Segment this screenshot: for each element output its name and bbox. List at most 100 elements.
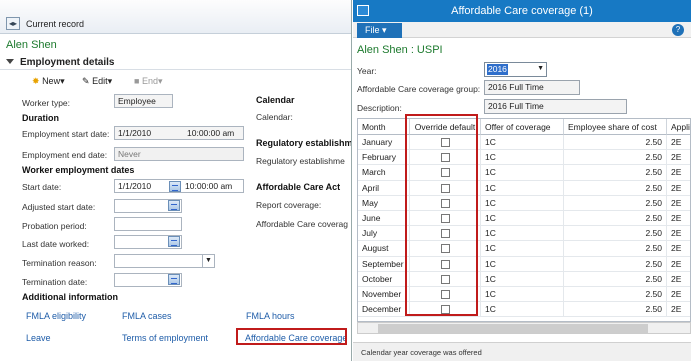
help-icon[interactable]: ? [672,24,684,36]
new-button[interactable]: ✸ New▾ [32,76,65,87]
offer-cell[interactable]: 1C [481,287,564,303]
calendar-icon[interactable] [169,181,181,192]
offer-cell[interactable]: 1C [481,256,564,272]
applic-cell[interactable]: 2E [667,135,690,151]
employment-pane: ◂▸ Current record Alen Shen Employment d… [0,0,352,361]
column-header-share[interactable]: Employee share of cost [564,119,667,135]
description-field[interactable]: 2016 Full Time [484,99,627,114]
offer-cell[interactable]: 1C [481,271,564,287]
applic-cell[interactable]: 2E [667,211,690,227]
month-cell[interactable]: October [358,271,410,287]
group-field[interactable]: 2016 Full Time [484,80,580,95]
file-menu-button[interactable]: File ▾ [357,23,402,38]
applic-cell[interactable]: 2E [667,302,690,318]
record-toolbar: ◂▸ Current record [0,0,351,34]
fmla-hours-link[interactable]: FMLA hours [246,311,295,321]
window-title: Affordable Care coverage (1) [451,5,593,17]
share-cell[interactable]: 2.50 [564,271,667,287]
employment-start-field[interactable]: 1/1/2010 10:00:00 am [114,126,244,140]
collapse-triangle-icon[interactable] [6,59,14,64]
share-cell[interactable]: 2.50 [564,180,667,196]
start-time-value: 10:00:00 am [185,181,233,191]
termination-reason-select[interactable]: ▼ [114,254,215,268]
column-header-applic[interactable]: Applic [667,119,690,135]
start-date-label: Start date: [22,182,62,192]
terms-of-employment-link[interactable]: Terms of employment [122,333,208,343]
applic-cell[interactable]: 2E [667,257,690,272]
employment-end-field[interactable]: Never [114,147,244,161]
termination-reason-label: Termination reason: [22,258,97,268]
stop-icon: ■ [134,76,140,86]
applic-cell[interactable]: 2E [667,196,690,211]
employment-start-time: 10:00:00 am [187,128,235,138]
scrollbar-thumb[interactable] [378,324,648,333]
month-cell[interactable]: March [358,165,410,181]
applic-cell[interactable]: 2E [667,150,690,166]
offer-cell[interactable]: 1C [481,165,564,181]
applic-cell[interactable]: 2E [667,165,690,181]
share-cell[interactable]: 2.50 [564,226,667,242]
offer-cell[interactable]: 1C [481,241,564,257]
share-cell[interactable]: 2.50 [564,165,667,181]
month-cell[interactable]: January [358,135,410,151]
month-cell[interactable]: May [358,195,410,211]
calendar-icon[interactable] [168,274,180,285]
month-cell[interactable]: August [358,241,410,257]
year-select[interactable]: 2016 ▼ [484,62,547,77]
share-cell[interactable]: 2.50 [564,256,667,272]
applic-cell[interactable]: 2E [667,181,690,196]
employment-start-label: Employment start date: [22,129,110,139]
edit-label: Edit [92,76,108,86]
column-header-month[interactable]: Month [358,119,410,135]
month-cell[interactable]: September [358,256,410,272]
calendar-icon[interactable] [168,236,180,247]
new-label: New [42,76,61,86]
probation-field[interactable] [114,217,182,231]
regulatory-heading: Regulatory establishme [256,138,352,148]
share-cell[interactable]: 2.50 [564,195,667,211]
chevron-down-icon[interactable]: ▼ [202,255,214,267]
aca-coverage-label: Affordable Care coverag [256,219,348,229]
employment-details-header[interactable]: Employment details [0,56,351,70]
edit-button[interactable]: ✎ Edit▾ [82,76,112,87]
share-cell[interactable]: 2.50 [564,287,667,303]
month-cell[interactable]: July [358,226,410,242]
applic-cell[interactable]: 2E [667,287,690,303]
applic-cell[interactable]: 2E [667,226,690,242]
worker-type-field[interactable]: Employee [114,94,173,108]
fmla-cases-link[interactable]: FMLA cases [122,311,172,321]
month-cell[interactable]: June [358,211,410,227]
share-cell[interactable]: 2.50 [564,150,667,166]
month-cell[interactable]: April [358,180,410,196]
offer-cell[interactable]: 1C [481,180,564,196]
offer-cell[interactable]: 1C [481,150,564,166]
record-navigate-icon[interactable]: ◂▸ [6,17,20,30]
worker-name: Alen Shen [6,39,57,51]
share-cell[interactable]: 2.50 [564,241,667,257]
month-cell[interactable]: February [358,150,410,166]
applic-cell[interactable]: 2E [667,272,690,287]
month-cell[interactable]: December [358,302,410,318]
offer-cell[interactable]: 1C [481,226,564,242]
offer-cell[interactable]: 1C [481,211,564,227]
share-cell[interactable]: 2.50 [564,302,667,318]
calendar-icon[interactable] [168,200,180,211]
offer-cell[interactable]: 1C [481,302,564,318]
fmla-eligibility-link[interactable]: FMLA eligibility [26,311,86,321]
share-cell[interactable]: 2.50 [564,211,667,227]
chevron-down-icon: ▼ [537,65,544,72]
adjusted-start-label: Adjusted start date: [22,202,96,212]
share-cell[interactable]: 2.50 [564,135,667,151]
end-button[interactable]: ■ End▾ [134,76,163,87]
column-header-offer[interactable]: Offer of coverage [481,119,564,135]
applic-cell[interactable]: 2E [667,241,690,257]
offer-cell[interactable]: 1C [481,195,564,211]
year-label: Year: [357,66,377,76]
leave-link[interactable]: Leave [26,333,51,343]
report-coverage-label: Report coverage: [256,200,322,210]
month-cell[interactable]: November [358,287,410,303]
horizontal-scrollbar[interactable] [357,322,691,334]
section-title: Employment details [20,57,115,68]
offer-cell[interactable]: 1C [481,135,564,151]
current-record-label: Current record [26,19,85,29]
